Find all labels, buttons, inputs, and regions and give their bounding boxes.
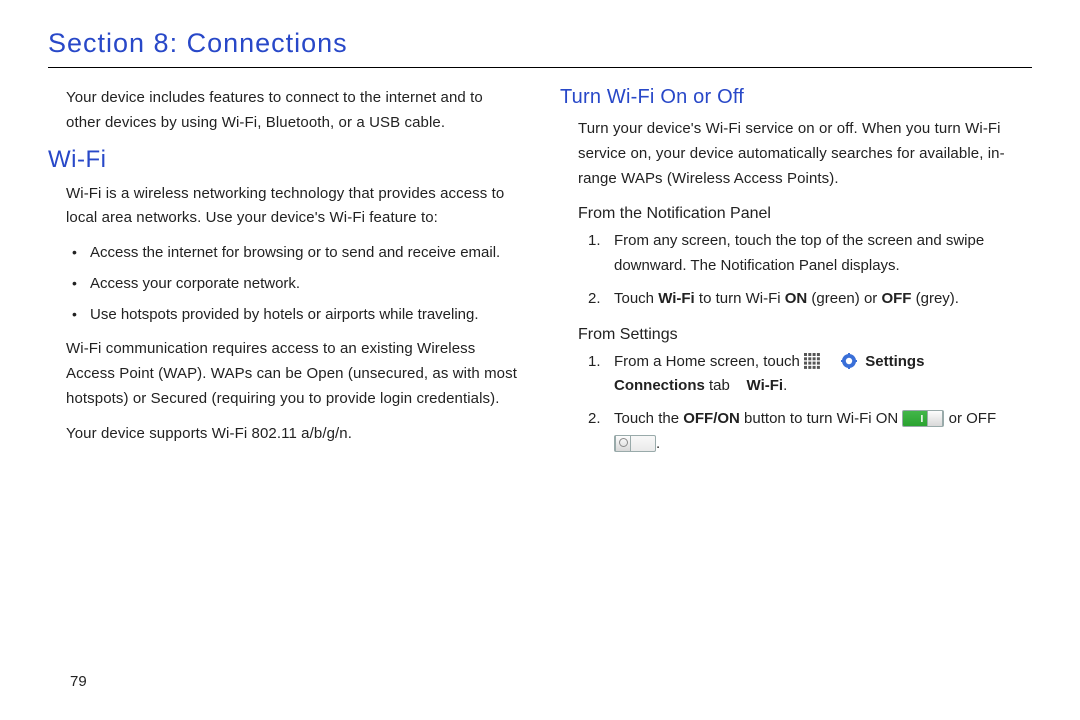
text: (green) or bbox=[807, 290, 881, 307]
off-label: OFF bbox=[881, 290, 911, 307]
text: or OFF bbox=[949, 410, 997, 427]
list-item: Use hotspots provided by hotels or airpo… bbox=[78, 303, 520, 328]
list-item: Access your corporate network. bbox=[78, 272, 520, 297]
left-column: Your device includes features to connect… bbox=[48, 86, 520, 465]
notification-steps: From any screen, touch the top of the sc… bbox=[560, 229, 1032, 311]
text: to turn Wi-Fi bbox=[695, 290, 785, 307]
section-divider bbox=[48, 67, 1032, 68]
text: . bbox=[783, 377, 787, 394]
text: (grey). bbox=[911, 290, 959, 307]
wifi-label: Wi-Fi bbox=[658, 290, 695, 307]
apps-grid-icon bbox=[804, 353, 820, 369]
connections-tab-label: Connections bbox=[614, 377, 705, 394]
step-item: Touch the OFF/ON button to turn Wi-Fi ON… bbox=[594, 407, 1032, 457]
text: Touch bbox=[614, 290, 658, 307]
wifi-heading: Wi-Fi bbox=[48, 146, 520, 174]
toggle-off-icon bbox=[614, 435, 656, 452]
turn-wifi-paragraph: Turn your device's Wi-Fi service on or o… bbox=[560, 117, 1032, 191]
section-title: Section 8: Connections bbox=[48, 28, 1032, 59]
wifi-wap-paragraph: Wi-Fi communication requires access to a… bbox=[48, 337, 520, 411]
turn-wifi-heading: Turn Wi-Fi On or Off bbox=[560, 86, 1032, 109]
text: tab bbox=[705, 377, 734, 394]
text: Touch the bbox=[614, 410, 683, 427]
page-number: 79 bbox=[70, 673, 87, 690]
wifi-feature-list: Access the internet for browsing or to s… bbox=[48, 241, 520, 327]
settings-label: Settings bbox=[865, 353, 924, 370]
step-item: Touch Wi-Fi to turn Wi-Fi ON (green) or … bbox=[594, 287, 1032, 312]
step-item: From a Home screen, touch bbox=[594, 350, 1032, 400]
right-column: Turn Wi-Fi On or Off Turn your device's … bbox=[560, 86, 1032, 465]
on-label: ON bbox=[785, 290, 808, 307]
settings-steps: From a Home screen, touch bbox=[560, 350, 1032, 457]
intro-paragraph: Your device includes features to connect… bbox=[48, 86, 520, 136]
settings-gear-icon bbox=[841, 353, 857, 369]
from-settings-heading: From Settings bbox=[560, 326, 1032, 344]
text: From a Home screen, touch bbox=[614, 353, 804, 370]
wifi-description: Wi-Fi is a wireless networking technolog… bbox=[48, 182, 520, 232]
toggle-on-icon: I bbox=[902, 410, 944, 427]
text: button to turn Wi-Fi ON bbox=[740, 410, 903, 427]
list-item: Access the internet for browsing or to s… bbox=[78, 241, 520, 266]
from-notification-heading: From the Notification Panel bbox=[560, 205, 1032, 223]
off-on-label: OFF/ON bbox=[683, 410, 740, 427]
wifi-label: Wi-Fi bbox=[747, 377, 784, 394]
two-column-layout: Your device includes features to connect… bbox=[48, 86, 1032, 465]
step-item: From any screen, touch the top of the sc… bbox=[594, 229, 1032, 279]
wifi-standards-paragraph: Your device supports Wi-Fi 802.11 a/b/g/… bbox=[48, 422, 520, 447]
text: . bbox=[656, 435, 660, 452]
